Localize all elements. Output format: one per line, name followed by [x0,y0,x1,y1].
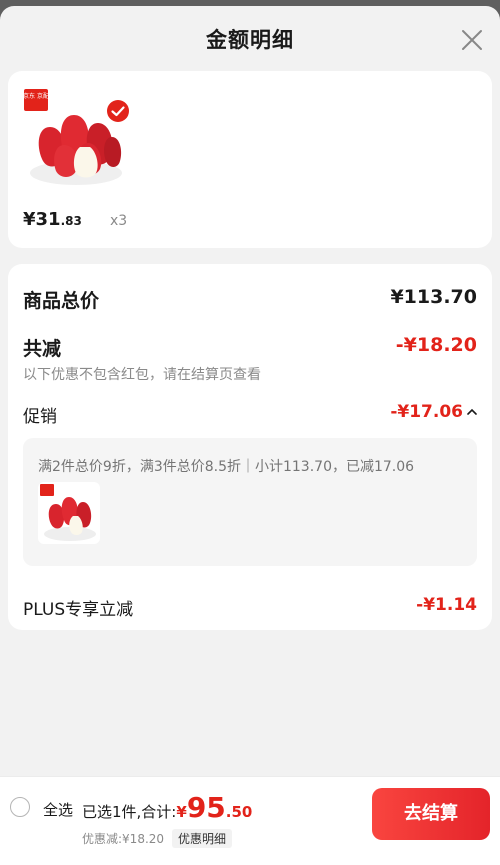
promo-row[interactable]: 促销 -¥17.06 [23,402,477,427]
discount-line: 优惠减:¥18.20 优惠明细 [82,829,233,848]
promo-description: 满2件总价9折，满3件总价8.5折｜小计113.70，已减17.06 [38,459,415,475]
summary-card: 商品总价 ¥113.70 共减 -¥18.20 以下优惠不包含红包，请在结算页查… [8,264,492,630]
product-price-decimal: .83 [60,214,82,228]
select-all-label[interactable]: 全选 [43,799,73,820]
total-label: 商品总价 [23,290,100,312]
promo-value-wrap: -¥17.06 [390,402,477,422]
selected-text: 已选1件,合计: [82,803,177,821]
total-value: ¥113.70 [390,286,477,308]
plus-label: PLUS专享立减 [23,600,134,620]
total-decimal: .50 [225,803,253,821]
plus-value: -¥1.14 [416,595,477,615]
promo-label: 促销 [23,407,57,427]
checkout-button[interactable]: 去结算 [372,788,490,840]
plus-row: PLUS专享立减 -¥1.14 [23,595,477,620]
product-badge: 京东 京配 [23,92,49,100]
reduce-value: -¥18.20 [395,334,477,356]
check-icon[interactable] [106,99,130,123]
selected-summary: 已选1件,合计:¥95.50 [82,791,252,824]
reduce-label: 共减 [23,338,62,360]
promo-value: -¥17.06 [390,402,463,422]
total-row: 商品总价 ¥113.70 [23,286,477,312]
product-price: ¥31.83 [23,209,82,230]
checkout-bar: 全选 已选1件,合计:¥95.50 优惠减:¥18.20 优惠明细 去结算 [0,776,500,865]
total-currency: ¥ [176,803,187,821]
product-quantity: x3 [110,213,128,229]
amount-detail-sheet: 金额明细 京东 京配 ¥31.83 x3 商品总价 ¥113.70 共减 -¥1… [0,6,500,865]
product-card: 京东 京配 ¥31.83 x3 [8,71,492,248]
reduce-note: 以下优惠不包含红包，请在结算页查看 [23,367,261,383]
close-icon[interactable] [458,26,486,54]
total-integer: 95 [186,791,226,824]
chevron-up-icon[interactable] [467,408,477,416]
promo-product-thumbnail[interactable] [38,482,100,544]
sheet-title: 金额明细 [206,28,294,52]
reduce-row: 共减 -¥18.20 [23,334,477,360]
sheet-header: 金额明细 [0,6,500,72]
discount-text: 优惠减:¥18.20 [82,832,165,846]
promo-detail-box: 满2件总价9折，满3件总价8.5折｜小计113.70，已减17.06 [23,438,477,566]
product-price-main: ¥31 [23,209,61,230]
select-all-radio[interactable] [10,797,30,817]
discount-detail-button[interactable]: 优惠明细 [172,829,233,848]
